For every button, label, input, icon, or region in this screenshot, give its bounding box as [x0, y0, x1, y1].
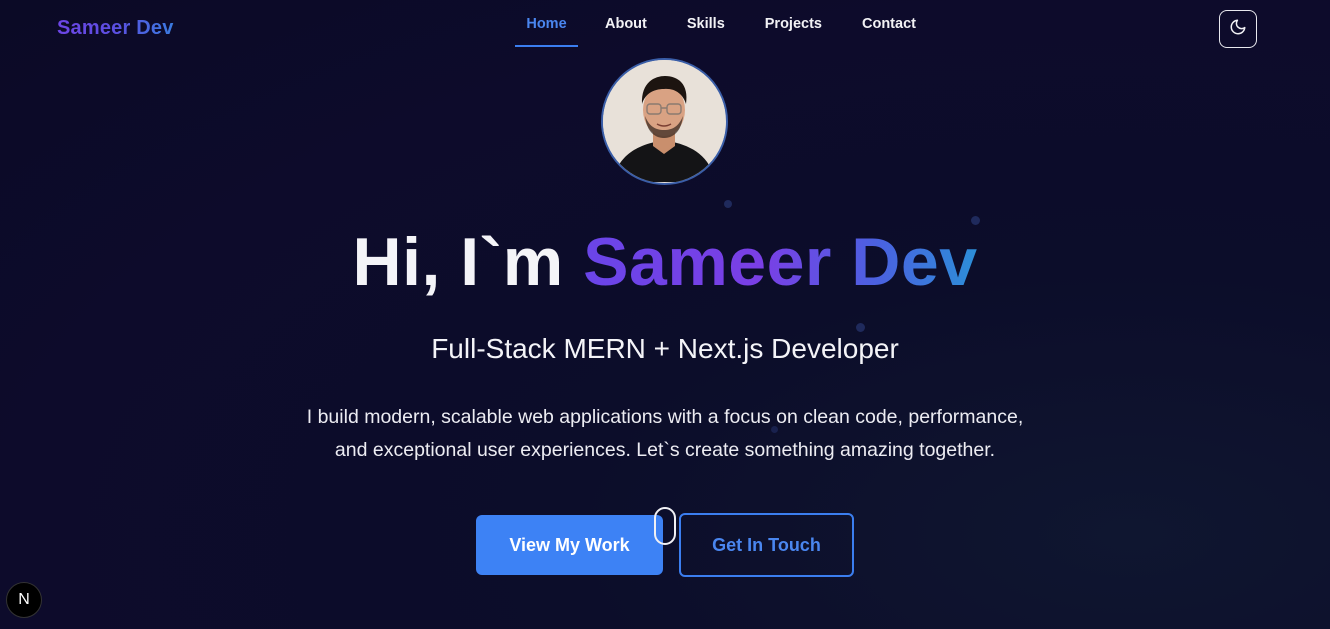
get-in-touch-button[interactable]: Get In Touch	[679, 513, 854, 577]
profile-avatar	[601, 58, 728, 185]
nextjs-dev-badge[interactable]: N	[6, 582, 42, 618]
hero-description-line1: I build modern, scalable web application…	[306, 406, 1024, 428]
nav-item-home[interactable]: Home	[515, 0, 578, 47]
nav-item-contact[interactable]: Contact	[862, 0, 916, 47]
hero-description: I build modern, scalable web application…	[0, 401, 1330, 467]
hero-subtitle: Full-Stack MERN + Next.js Developer	[431, 333, 899, 364]
view-my-work-button[interactable]: View My Work	[476, 515, 663, 575]
decorative-dot	[724, 200, 732, 208]
brand-logo[interactable]: Sameer Dev	[57, 17, 174, 40]
hero-name: Sameer Dev	[583, 224, 978, 300]
nav-item-skills[interactable]: Skills	[687, 0, 725, 47]
mouse-cursor-indicator	[654, 507, 676, 545]
theme-toggle-button[interactable]	[1219, 10, 1257, 48]
hero-description-line2: and exceptional user experiences. Let`s …	[334, 439, 996, 461]
main-nav: Home About Skills Projects Contact	[515, 0, 916, 47]
hero-greeting: Hi, I`m	[352, 224, 584, 300]
moon-icon	[1229, 18, 1247, 41]
hero-title: Hi, I`m Sameer Dev	[0, 222, 1330, 302]
nav-item-projects[interactable]: Projects	[765, 0, 822, 47]
nav-item-about[interactable]: About	[605, 0, 647, 47]
